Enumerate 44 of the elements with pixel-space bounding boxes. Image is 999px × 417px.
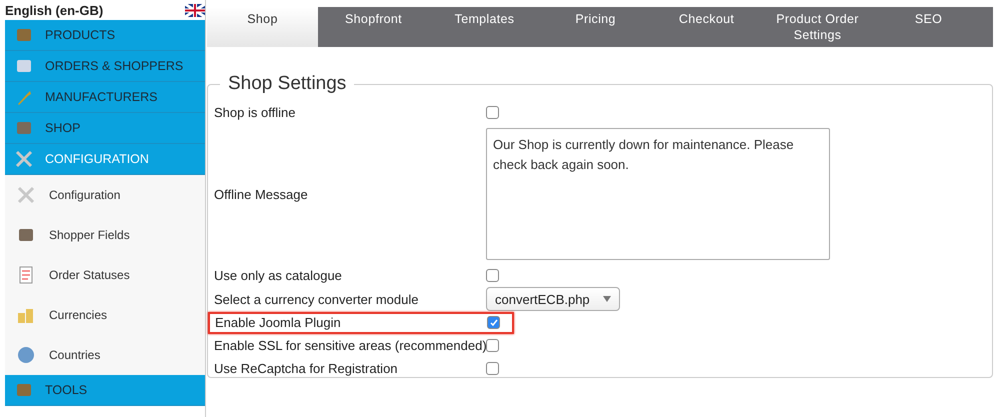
sidebar-item[interactable]: Shopper Fields — [5, 215, 205, 255]
coins-icon — [17, 306, 35, 324]
setting-label: Offline Message — [214, 186, 309, 202]
sidebar-item[interactable]: Countries — [5, 335, 205, 375]
checkbox[interactable] — [486, 106, 499, 119]
message-field[interactable]: Our Shop is currently down for maintenance. Please check back again soon. — [486, 128, 830, 260]
checkmark-icon — [490, 318, 498, 326]
checkbox[interactable] — [486, 362, 499, 375]
tab[interactable]: Templates — [429, 7, 540, 47]
checkbox[interactable] — [486, 269, 499, 282]
checkbox[interactable] — [486, 339, 499, 352]
setting-label: Use only as catalogue — [214, 268, 343, 283]
box-icon — [15, 381, 33, 399]
flag-icon — [185, 4, 205, 16]
sidebar-section[interactable]: CONFIGURATION — [5, 144, 205, 175]
setting-label: Enable Joomla Plugin — [215, 315, 342, 330]
sidebar-item[interactable]: Currencies — [5, 295, 205, 335]
setting-label: Select a currency converter module — [214, 292, 420, 306]
tools-icon — [17, 186, 35, 204]
tab[interactable]: Shopfront — [318, 7, 429, 47]
tab[interactable]: Shop — [207, 7, 318, 47]
panel-title: Shop Settings — [227, 73, 348, 95]
tab[interactable]: Product Order Settings — [762, 7, 873, 47]
document-icon — [17, 266, 35, 284]
caret-icon — [603, 296, 611, 302]
tab[interactable]: Pricing — [540, 7, 651, 47]
checkbox[interactable] — [487, 316, 500, 329]
globe-icon — [17, 346, 35, 364]
sidebar-section[interactable]: MANUFACTURERS — [5, 82, 205, 113]
sidebar-item[interactable]: Order Statuses — [5, 255, 205, 295]
sidebar-section[interactable]: TOOLS — [5, 375, 205, 406]
tab[interactable]: SEO — [873, 7, 984, 47]
setting-label: Shop is offline — [214, 105, 296, 120]
sidebar-item[interactable]: Configuration — [5, 175, 205, 215]
box-icon — [15, 26, 33, 44]
tab[interactable]: Checkout — [651, 7, 762, 47]
setting-label: Use ReCaptcha for Registration — [214, 361, 399, 376]
language-label: English (en-GB) — [5, 2, 104, 18]
setting-label: Enable SSL for sensitive areas (recommended) — [214, 338, 486, 353]
sidebar-section[interactable]: SHOP — [5, 113, 205, 144]
sidebar-section[interactable]: ORDERS & SHOPPERS — [5, 51, 205, 82]
tools-icon — [15, 150, 33, 168]
sidebar-section[interactable]: PRODUCTS — [5, 20, 205, 51]
select-field[interactable]: convertECB.php — [486, 287, 620, 311]
